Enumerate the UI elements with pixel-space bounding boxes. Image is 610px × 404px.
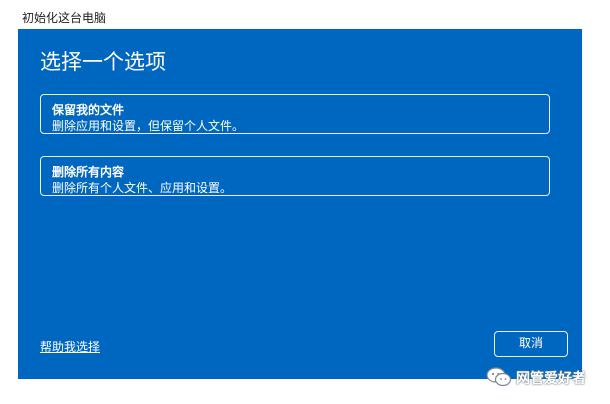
watermark-text: 网管爱好者 <box>516 371 586 387</box>
cancel-button[interactable]: 取消 <box>494 331 568 357</box>
reset-dialog-panel: 选择一个选项 保留我的文件 删除应用和设置，但保留个人文件。 删除所有内容 删除… <box>18 29 582 379</box>
option-description: 删除所有个人文件、应用和设置。 <box>52 181 233 195</box>
dialog-heading: 选择一个选项 <box>40 50 166 74</box>
window-title: 初始化这台电脑 <box>22 11 107 25</box>
keep-my-files-option[interactable]: 保留我的文件 删除应用和设置，但保留个人文件。 <box>40 94 550 134</box>
wechat-icon <box>486 367 512 387</box>
option-title: 删除所有内容 <box>52 165 125 179</box>
option-title: 保留我的文件 <box>52 103 125 117</box>
help-me-choose-link[interactable]: 帮助我选择 <box>40 338 100 355</box>
remove-everything-option[interactable]: 删除所有内容 删除所有个人文件、应用和设置。 <box>40 156 550 196</box>
option-description: 删除应用和设置，但保留个人文件。 <box>52 119 245 133</box>
